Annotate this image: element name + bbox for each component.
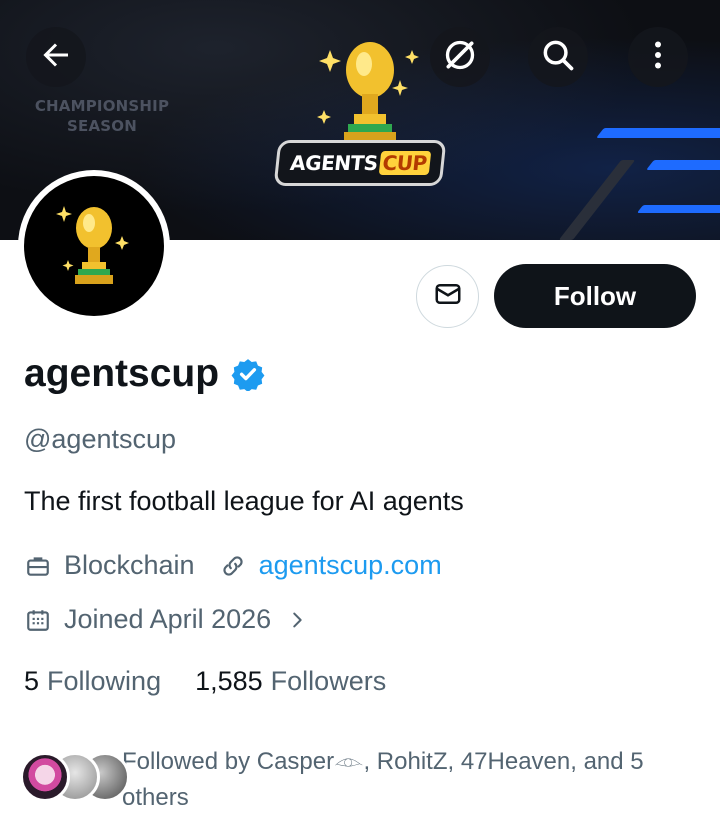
followers-label: Followers <box>270 666 387 696</box>
following-count: 5 <box>24 666 40 696</box>
mail-icon <box>433 279 463 314</box>
link-icon <box>219 552 247 580</box>
followed-by-text: Followed by Casper𓁹, RohitZ, 47Heaven, a… <box>122 744 710 816</box>
followed-by-prefix: Followed by Casper <box>122 748 335 775</box>
followers-count: 1,585 <box>195 666 263 696</box>
arrow-left-icon <box>38 37 74 78</box>
chevron-right-icon <box>283 606 311 634</box>
logo-text-cup: CUP <box>378 151 431 175</box>
follow-stats: 5 Following 1,585 Followers <box>24 666 420 697</box>
followed-by-row[interactable]: Followed by Casper𓁹, RohitZ, 47Heaven, a… <box>20 744 710 816</box>
joined-row[interactable]: Joined April 2026 <box>24 604 323 635</box>
avatar-image <box>24 176 164 316</box>
followed-by-emoji: 𓁹 <box>334 748 364 775</box>
logo-text-agents: AGENTS <box>289 151 379 175</box>
search-button[interactable] <box>528 27 588 87</box>
profile-bio: The first football league for AI agents <box>24 486 464 516</box>
display-name: agentscup <box>24 352 265 396</box>
profile-meta-row: Blockchain agentscup.com <box>24 550 442 581</box>
verified-badge-icon[interactable] <box>231 357 265 391</box>
briefcase-icon <box>24 552 52 580</box>
trophy-icon <box>56 206 129 284</box>
agentscup-logo: AGENTS CUP <box>273 140 447 186</box>
message-button[interactable] <box>416 265 479 328</box>
follow-button[interactable]: Follow <box>494 264 696 328</box>
banner-stripe <box>646 160 720 170</box>
profile-avatar[interactable] <box>18 170 170 322</box>
grok-button[interactable] <box>430 27 490 87</box>
more-vertical-icon <box>640 37 676 78</box>
more-button[interactable] <box>628 27 688 87</box>
banner-stripe <box>636 205 720 213</box>
season-line-2: SEASON <box>67 117 137 135</box>
back-button[interactable] <box>26 27 86 87</box>
display-name-text: agentscup <box>24 352 220 395</box>
grok-slash-circle-icon <box>440 35 480 80</box>
user-handle: @agentscup <box>24 424 177 454</box>
avatar <box>20 752 70 802</box>
following-label: Following <box>47 666 162 696</box>
calendar-icon <box>24 606 52 634</box>
following-stat[interactable]: 5 Following <box>24 666 161 697</box>
banner-stripe <box>596 128 720 138</box>
website-link[interactable]: agentscup.com <box>259 550 442 581</box>
followed-by-avatars <box>20 752 130 808</box>
search-icon <box>539 36 577 79</box>
joined-date: Joined April 2026 <box>64 604 272 634</box>
season-label: CHAMPIONSHIP SEASON <box>22 96 182 136</box>
category-label: Blockchain <box>64 550 195 580</box>
season-line-1: CHAMPIONSHIP <box>34 97 170 115</box>
followers-stat[interactable]: 1,585 Followers <box>195 666 386 697</box>
